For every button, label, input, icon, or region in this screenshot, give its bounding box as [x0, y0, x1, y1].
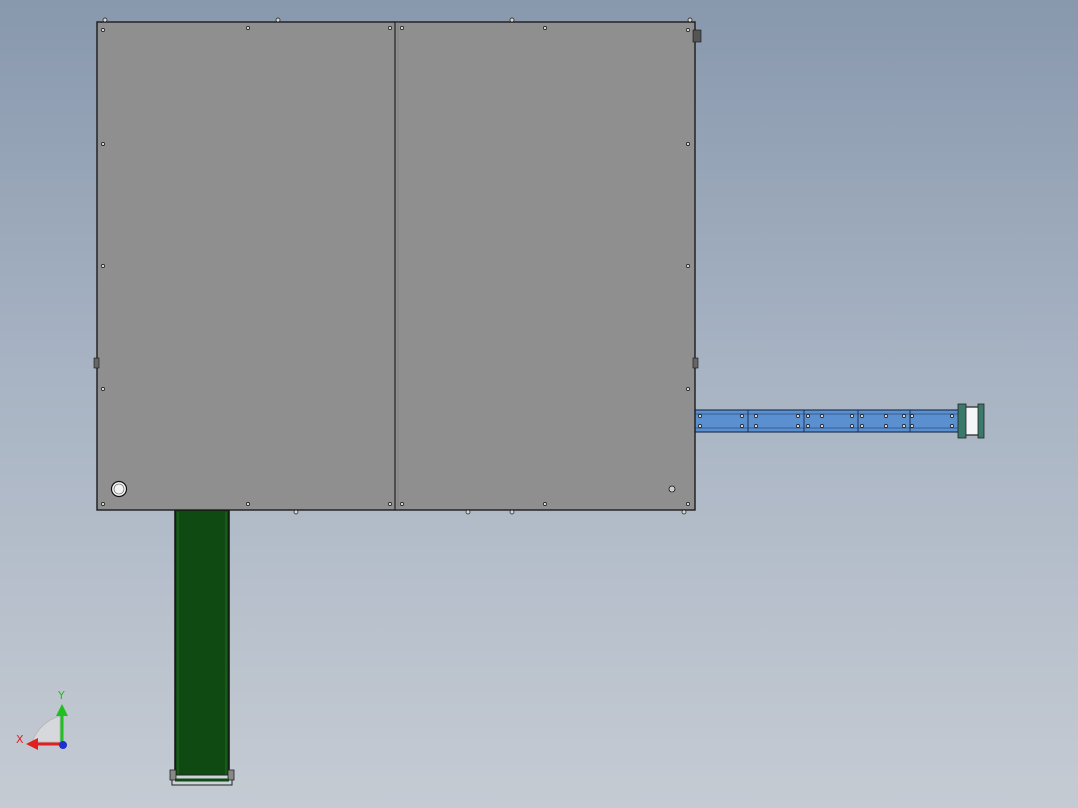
side-conveyor-bolt: [850, 414, 854, 418]
enclosure-fastener: [101, 264, 105, 268]
side-conveyor-bolt: [884, 424, 888, 428]
enclosure-foot: [102, 17, 108, 23]
side-conveyor-bolt: [698, 424, 702, 428]
triad-plane: [31, 715, 61, 743]
side-conveyor-bolt: [754, 424, 758, 428]
enclosure-fastener: [101, 387, 105, 391]
side-conveyor-frame[interactable]: [692, 409, 966, 433]
enclosure-fastener: [101, 28, 105, 32]
enclosure-screw: [668, 485, 676, 493]
triad-y-label: Y: [58, 689, 65, 702]
enclosure-fastener: [246, 502, 250, 506]
enclosure-fastener: [543, 502, 547, 506]
enclosure-fastener: [101, 502, 105, 506]
side-conveyor-bolt: [902, 414, 906, 418]
side-conveyor-bolt: [884, 414, 888, 418]
enclosure-fastener: [246, 26, 250, 30]
enclosure-fastener: [388, 26, 392, 30]
side-conveyor-bolt: [740, 414, 744, 418]
side-conveyor-bolt: [860, 414, 864, 418]
side-conveyor-bolt: [820, 414, 824, 418]
side-conveyor-bolt: [796, 424, 800, 428]
enclosure-fastener: [686, 142, 690, 146]
enclosure-fastener: [388, 502, 392, 506]
side-conveyor-bracket: [957, 403, 967, 439]
side-conveyor-bolt: [740, 424, 744, 428]
triad-y-arrow: [56, 704, 68, 716]
outfeed-conveyor[interactable]: [169, 509, 235, 786]
side-conveyor-bolt: [950, 414, 954, 418]
side-conveyor-bolt: [910, 414, 914, 418]
enclosure-fastener: [686, 28, 690, 32]
side-conveyor-bolt: [820, 424, 824, 428]
enclosure-fastener: [543, 26, 547, 30]
enclosure-foot: [275, 17, 281, 23]
enclosure-foot: [465, 509, 471, 515]
graphics-viewport[interactable]: X Y: [0, 0, 1078, 808]
side-conveyor-bolt: [806, 424, 810, 428]
side-conveyor-bolt: [860, 424, 864, 428]
side-conveyor-bracket-outer: [977, 403, 985, 439]
main-enclosure[interactable]: [93, 17, 702, 515]
enclosure-latch-right: [692, 357, 699, 369]
side-conveyor-bolt: [950, 424, 954, 428]
side-conveyor-bolt: [910, 424, 914, 428]
enclosure-top-panel[interactable]: [96, 21, 696, 511]
enclosure-fastener: [686, 387, 690, 391]
side-conveyor-bolt: [754, 414, 758, 418]
side-conveyor-bolt: [850, 424, 854, 428]
enclosure-fastener: [400, 26, 404, 30]
enclosure-latch-left: [93, 357, 100, 369]
triad-z-axis: [59, 741, 67, 749]
side-conveyor-bolt: [796, 414, 800, 418]
triad-x-label: X: [16, 733, 24, 746]
enclosure-foot: [509, 509, 515, 515]
enclosure-hinge-right: [692, 29, 702, 43]
enclosure-fastener: [101, 142, 105, 146]
enclosure-fastener: [686, 502, 690, 506]
enclosure-fastener: [400, 502, 404, 506]
enclosure-foot: [687, 17, 693, 23]
side-conveyor[interactable]: [692, 403, 985, 439]
model-scene[interactable]: [0, 0, 1078, 808]
enclosure-foot: [293, 509, 299, 515]
side-conveyor-bolt: [698, 414, 702, 418]
coordinate-triad: [26, 704, 68, 750]
enclosure-foot: [681, 509, 687, 515]
side-conveyor-bolt: [902, 424, 906, 428]
triad-x-arrow: [26, 738, 38, 750]
outfeed-conveyor-belt[interactable]: [174, 509, 230, 781]
side-conveyor-bolt: [806, 414, 810, 418]
enclosure-foot: [509, 17, 515, 23]
enclosure-fastener: [686, 264, 690, 268]
